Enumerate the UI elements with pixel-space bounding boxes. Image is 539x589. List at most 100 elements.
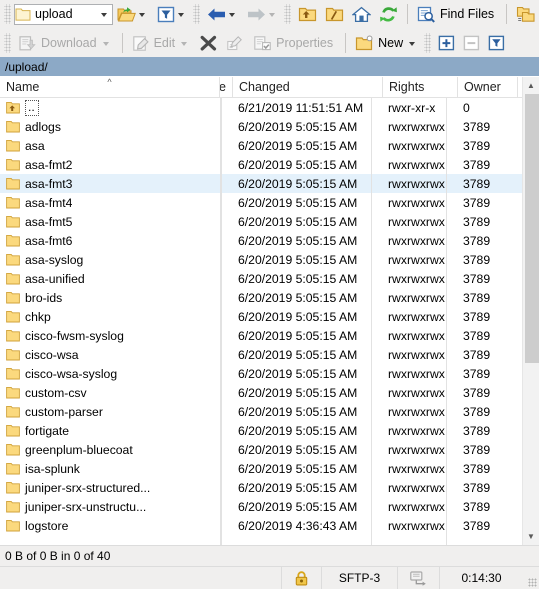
- plus-box-icon: [438, 35, 455, 51]
- scrollbar-track[interactable]: [524, 94, 539, 528]
- cell-owner: 3789: [463, 252, 491, 267]
- cell-name: juniper-srx-unstructu...: [0, 500, 220, 514]
- filter-button[interactable]: [153, 2, 192, 27]
- selection-filter-button[interactable]: [484, 31, 509, 56]
- cell-changed: 6/20/2019 5:05:15 AM: [238, 119, 358, 134]
- scroll-down-button[interactable]: ▼: [523, 528, 539, 545]
- chevron-down-icon[interactable]: [269, 13, 275, 17]
- toolbar-grip-4[interactable]: [4, 33, 11, 53]
- table-row[interactable]: juniper-srx-structured... 6/20/2019 5:05:…: [0, 478, 539, 497]
- home-directory-button[interactable]: [348, 2, 375, 27]
- cell-name: custom-parser: [0, 405, 220, 419]
- back-button[interactable]: [203, 2, 243, 27]
- folder-icon: [6, 424, 20, 437]
- table-row[interactable]: chkp 6/20/2019 5:05:15 AM rwxrwxrwx 3789: [0, 307, 539, 326]
- file-name-label: asa-fmt3: [25, 176, 73, 191]
- cell-changed: 6/20/2019 5:05:15 AM: [238, 366, 358, 381]
- column-header-changed[interactable]: Changed: [233, 77, 383, 97]
- cell-changed: 6/20/2019 5:05:15 AM: [238, 442, 358, 457]
- table-row[interactable]: cisco-fwsm-syslog 6/20/2019 5:05:15 AM rwx…: [0, 326, 539, 345]
- cell-name: asa-fmt4: [0, 196, 220, 210]
- column-header-size-label: Size: [220, 80, 226, 94]
- table-row[interactable]: cisco-wsa 6/20/2019 5:05:15 AM rwxrwxrwx 37…: [0, 345, 539, 364]
- cell-name: logstore: [0, 519, 220, 533]
- download-button[interactable]: Download: [14, 31, 117, 56]
- table-row[interactable]: fortigate 6/20/2019 5:05:15 AM rwxrwxrwx 37…: [0, 421, 539, 440]
- chevron-down-icon[interactable]: [181, 42, 188, 46]
- file-name-label: asa-syslog: [25, 252, 84, 267]
- synchronize-browsing-button[interactable]: [512, 2, 539, 27]
- remote-file-list: Name ^ Size Changed Rights Owner .. 6/21/…: [0, 76, 539, 545]
- cell-changed: 6/20/2019 5:05:15 AM: [238, 328, 358, 343]
- table-row[interactable]: asa-fmt5 6/20/2019 5:05:15 AM rwxrwxrwx 378…: [0, 212, 539, 231]
- table-row[interactable]: asa-fmt3 6/20/2019 5:05:15 AM rwxrwxrwx 378…: [0, 174, 539, 193]
- status-transfer-pane[interactable]: [397, 567, 439, 589]
- folder-icon: [6, 481, 20, 494]
- file-list-scrollbar[interactable]: ▲ ▼: [522, 77, 539, 545]
- table-row[interactable]: custom-csv 6/20/2019 5:05:15 AM rwxrwxrwx 3…: [0, 383, 539, 402]
- status-security-pane[interactable]: [281, 567, 321, 589]
- remote-path-bar[interactable]: /upload/: [0, 57, 539, 76]
- table-row[interactable]: asa-fmt2 6/20/2019 5:05:15 AM rwxrwxrwx 378…: [0, 155, 539, 174]
- toolbar-separator-4: [345, 33, 347, 53]
- edit-button[interactable]: Edit: [128, 31, 196, 56]
- chevron-down-icon[interactable]: [102, 42, 109, 46]
- table-row[interactable]: greenplum-bluecoat 6/20/2019 5:05:15 AM rw…: [0, 440, 539, 459]
- column-header-name[interactable]: Name ^: [0, 77, 220, 97]
- toolbar-grip[interactable]: [4, 4, 11, 24]
- forward-button[interactable]: [243, 2, 283, 27]
- delete-button[interactable]: [195, 31, 222, 56]
- window-resize-grip[interactable]: [523, 567, 539, 589]
- parent-directory-button[interactable]: [294, 2, 321, 27]
- table-row[interactable]: custom-parser 6/20/2019 5:05:15 AM rwxrwxr…: [0, 402, 539, 421]
- file-name-label: asa: [25, 138, 45, 153]
- table-row[interactable]: asa-fmt4 6/20/2019 5:05:15 AM rwxrwxrwx 378…: [0, 193, 539, 212]
- open-folder-icon: [117, 6, 136, 21]
- new-button[interactable]: New: [351, 31, 423, 56]
- table-row[interactable]: bro-ids 6/20/2019 5:05:15 AM rwxrwxrwx 3789: [0, 288, 539, 307]
- folder-icon: [6, 348, 20, 361]
- column-header-owner[interactable]: Owner: [458, 77, 518, 97]
- root-directory-button[interactable]: [321, 2, 348, 27]
- cell-owner: 3789: [463, 290, 491, 305]
- folder-icon: [6, 329, 20, 342]
- status-protocol-pane[interactable]: SFTP-3: [321, 567, 397, 589]
- table-row[interactable]: asa-fmt6 6/20/2019 5:05:15 AM rwxrwxrwx 378…: [0, 231, 539, 250]
- cell-name: asa: [0, 139, 220, 153]
- properties-button[interactable]: Properties: [249, 31, 340, 56]
- cell-name: custom-csv: [0, 386, 220, 400]
- chevron-down-icon[interactable]: [178, 13, 184, 17]
- remote-path-combo[interactable]: upload: [14, 3, 113, 25]
- status-session-time-pane[interactable]: 0:14:30: [439, 567, 523, 589]
- table-row[interactable]: asa-unified 6/20/2019 5:05:15 AM rwxrwxrwx…: [0, 269, 539, 288]
- table-row[interactable]: juniper-srx-unstructu... 6/20/2019 5:05:1…: [0, 497, 539, 516]
- table-row[interactable]: isa-splunk 6/20/2019 5:05:15 AM rwxrwxrwx 3…: [0, 459, 539, 478]
- chevron-down-icon[interactable]: [139, 13, 145, 17]
- rename-button[interactable]: a: [222, 31, 249, 56]
- toolbar-grip-5[interactable]: [424, 33, 432, 53]
- toolbar-grip-3[interactable]: [284, 4, 291, 24]
- select-less-button[interactable]: [459, 31, 484, 56]
- table-row[interactable]: cisco-wsa-syslog 6/20/2019 5:05:15 AM rwxr…: [0, 364, 539, 383]
- scrollbar-thumb[interactable]: [525, 94, 539, 364]
- table-row[interactable]: adlogs 6/20/2019 5:05:15 AM rwxrwxrwx 3789: [0, 117, 539, 136]
- toolbar-grip-2[interactable]: [193, 4, 200, 24]
- select-more-button[interactable]: [434, 31, 459, 56]
- column-header-rights[interactable]: Rights: [383, 77, 458, 97]
- cell-owner: 3789: [463, 157, 491, 172]
- chevron-down-icon[interactable]: [229, 13, 235, 17]
- table-row[interactable]: asa-syslog 6/20/2019 5:05:15 AM rwxrwxrwx 3…: [0, 250, 539, 269]
- edit-label: Edit: [153, 36, 176, 50]
- column-header-size[interactable]: Size: [220, 77, 233, 97]
- scroll-up-button[interactable]: ▲: [523, 77, 539, 94]
- open-directory-button[interactable]: [113, 2, 153, 27]
- find-files-button[interactable]: Find Files: [413, 2, 501, 27]
- remote-path-combo-dropdown[interactable]: [97, 5, 112, 24]
- chevron-down-icon[interactable]: [409, 42, 416, 46]
- table-row[interactable]: asa 6/20/2019 5:05:15 AM rwxrwxrwx 3789: [0, 136, 539, 155]
- table-row[interactable]: logstore 6/20/2019 4:36:43 AM rwxrwxrwx 378…: [0, 516, 539, 535]
- folder-icon: [6, 139, 20, 152]
- refresh-button[interactable]: [375, 2, 402, 27]
- table-row[interactable]: .. 6/21/2019 11:51:51 AM rwxr-xr-x 0: [0, 98, 539, 117]
- file-list-rows[interactable]: .. 6/21/2019 11:51:51 AM rwxr-xr-x 0 adlogs 6…: [0, 98, 539, 545]
